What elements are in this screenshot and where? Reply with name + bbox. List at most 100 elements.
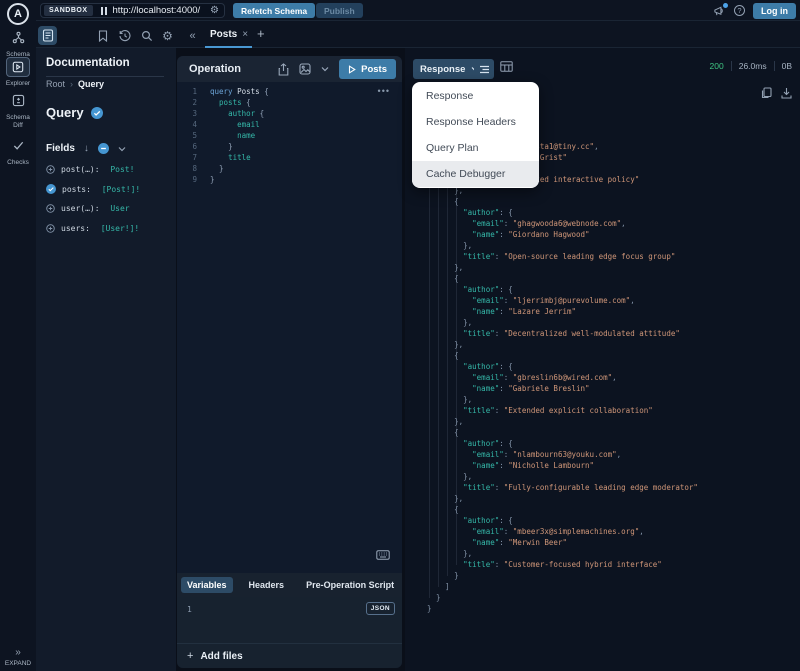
- footer-tab-variables[interactable]: Variables: [181, 577, 233, 593]
- search-icon[interactable]: [137, 26, 156, 45]
- json-line: "author": {: [463, 362, 513, 371]
- menu-item-cache-debugger[interactable]: Cache Debugger: [412, 161, 539, 187]
- login-button[interactable]: Log in: [753, 2, 796, 19]
- saved-operations-bookmark-icon[interactable]: [93, 26, 112, 45]
- json-line: "name": "Gabriele Breslin": [472, 384, 590, 393]
- tab-close-icon[interactable]: ×: [242, 29, 248, 40]
- variables-editor[interactable]: 1 JSON: [177, 597, 402, 643]
- add-files-button[interactable]: + Add files: [177, 643, 402, 668]
- chevron-down-icon[interactable]: [118, 146, 126, 152]
- code-line: 3 author {: [177, 108, 402, 119]
- image-icon[interactable]: [299, 63, 311, 75]
- code-text: author {: [228, 109, 265, 118]
- endpoint-url-field[interactable]: SANDBOX http://localhost:4000/ ⚙: [40, 3, 225, 18]
- field-row[interactable]: user(…): User: [46, 199, 172, 219]
- pause-icon[interactable]: [100, 6, 107, 15]
- menu-item-response[interactable]: Response: [412, 83, 539, 109]
- operation-title: Operation: [189, 63, 241, 75]
- more-options-icon[interactable]: •••: [378, 86, 390, 96]
- operation-footer-tabs: VariablesHeadersPre-Operation ScriptPost…: [177, 573, 402, 597]
- breadcrumb-root[interactable]: Root: [46, 79, 65, 89]
- explorer-settings-gear-icon[interactable]: ⚙: [158, 26, 177, 45]
- operation-editor[interactable]: 1 query Posts {2 posts {3 author {4 email…: [177, 82, 402, 573]
- documentation-panel: Documentation Root › Query Query Fields …: [36, 48, 176, 671]
- response-view-menu: Response Response Headers Query Plan Cache …: [412, 82, 539, 188]
- json-line: "title": "Decentralized well-modulated a…: [463, 329, 680, 338]
- expand-rail-button[interactable]: » EXPAND: [0, 642, 36, 667]
- response-selector-label: Response: [420, 63, 466, 75]
- announcements-icon[interactable]: [713, 2, 728, 17]
- code-line: 7 title: [177, 152, 402, 163]
- json-line: },: [427, 494, 464, 503]
- field-row[interactable]: post(…): Post!: [46, 160, 172, 180]
- history-icon[interactable]: [115, 26, 134, 45]
- line-number: 9: [192, 175, 197, 184]
- line-number: 8: [192, 164, 197, 173]
- line-number: 3: [192, 109, 197, 118]
- json-line: "email": "mbeer3x@simplemachines.org",: [472, 527, 644, 536]
- field-name: posts:: [62, 184, 96, 194]
- code-line: 8 }: [177, 163, 402, 174]
- json-line: {: [427, 505, 459, 514]
- collapse-panel-icon[interactable]: «: [183, 26, 202, 45]
- apollo-logo[interactable]: A: [7, 3, 29, 25]
- rail-item-explorer[interactable]: Explorer: [0, 57, 36, 88]
- sandbox-badge: SANDBOX: [44, 5, 93, 16]
- new-tab-button[interactable]: +: [257, 26, 265, 41]
- plus-circle-icon[interactable]: [46, 165, 55, 174]
- fields-header: Fields ↓: [46, 143, 126, 154]
- checked-circle-icon[interactable]: [46, 184, 56, 195]
- code-text: }: [219, 164, 224, 173]
- plus-circle-icon[interactable]: [46, 204, 55, 213]
- field-row[interactable]: users: [User!]!: [46, 219, 172, 239]
- rail-item-schema-diff[interactable]: Schema Diff: [0, 94, 36, 130]
- json-line: },: [427, 263, 464, 272]
- schema-diff-icon: [12, 94, 25, 107]
- menu-item-response-headers[interactable]: Response Headers: [412, 109, 539, 135]
- share-icon[interactable]: [278, 62, 289, 76]
- field-type[interactable]: Post!: [110, 165, 134, 174]
- fields-label: Fields: [46, 143, 75, 154]
- publish-button[interactable]: Publish: [316, 3, 363, 18]
- keyboard-shortcuts-icon[interactable]: [376, 550, 390, 560]
- divider: [46, 76, 164, 77]
- notification-dot: [723, 2, 728, 8]
- footer-tab-headers[interactable]: Headers: [243, 577, 291, 593]
- sort-icon[interactable]: ↓: [84, 143, 89, 154]
- json-line: },: [427, 395, 473, 404]
- rail-item-checks[interactable]: Checks: [0, 139, 36, 167]
- field-type[interactable]: User: [110, 204, 129, 213]
- json-line: "name": "Giordano Hagwood": [472, 230, 590, 239]
- footer-tab-pre-operation-script[interactable]: Pre-Operation Script: [300, 577, 400, 593]
- field-row[interactable]: posts: [Post!]!: [46, 180, 172, 200]
- explorer-icon: [6, 57, 30, 77]
- plus-circle-icon[interactable]: [46, 224, 55, 233]
- breadcrumb: Root › Query: [46, 79, 104, 89]
- run-operation-button[interactable]: Posts: [339, 59, 396, 79]
- json-line: "name": "Merwin Beer": [472, 538, 567, 547]
- table-view-icon[interactable]: [500, 61, 513, 72]
- field-type[interactable]: [User!]!: [101, 224, 140, 233]
- help-icon[interactable]: ?: [734, 5, 745, 16]
- deselect-all-icon[interactable]: [97, 143, 109, 154]
- code-text: posts {: [219, 98, 251, 107]
- rail-label: Checks: [7, 159, 29, 166]
- breadcrumb-current: Query: [78, 79, 105, 89]
- operations-panel-icon[interactable]: [38, 26, 57, 45]
- operation-tab-posts[interactable]: Posts ×: [206, 21, 252, 48]
- chevron-down-icon[interactable]: [321, 66, 329, 72]
- tab-label[interactable]: Posts: [210, 29, 237, 40]
- refetch-schema-button[interactable]: Refetch Schema: [233, 3, 316, 18]
- menu-item-query-plan[interactable]: Query Plan: [412, 135, 539, 161]
- rail-label: Schema Diff: [6, 114, 30, 129]
- rail-item-schema[interactable]: Schema: [0, 31, 36, 59]
- field-type[interactable]: [Post!]!: [102, 185, 141, 194]
- connection-settings-gear-icon[interactable]: ⚙: [210, 5, 219, 16]
- format-response-button[interactable]: [474, 59, 494, 79]
- rail-label: Explorer: [5, 80, 31, 87]
- json-line: "email": "ljerrimbj@purevolume.com",: [472, 296, 635, 305]
- top-bar: SANDBOX http://localhost:4000/ ⚙ Refetch…: [36, 0, 800, 21]
- plus-icon: +: [187, 650, 194, 662]
- checked-circle-icon: [90, 106, 103, 119]
- url-input[interactable]: http://localhost:4000/: [113, 5, 211, 16]
